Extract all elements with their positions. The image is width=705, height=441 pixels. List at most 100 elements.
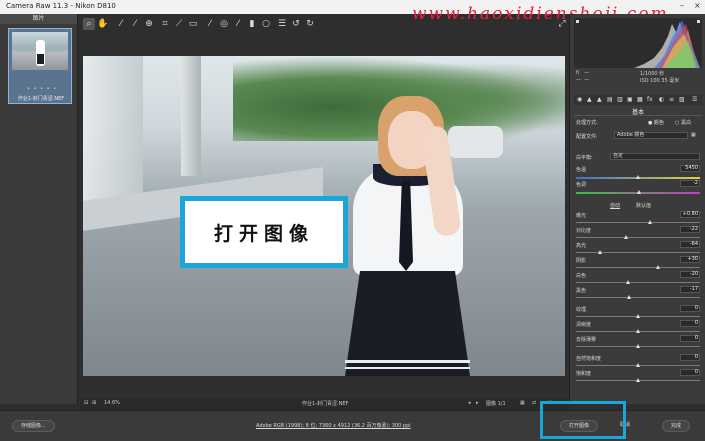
filmstrip-thumbnail[interactable]: • • • • • 作业1-封门青涩.NEF xyxy=(8,28,72,104)
vibrance-value[interactable]: 0 xyxy=(680,354,700,361)
effects-tab-icon[interactable]: fx xyxy=(647,96,653,103)
red-eye-icon[interactable]: ◎ xyxy=(218,18,230,30)
tone-curve-tab-icon[interactable]: ▲ xyxy=(587,96,592,103)
workflow-options-link[interactable]: Adobe RGB (1998); 8 位; 7360 x 4912 (36.2… xyxy=(256,422,411,429)
temp-value[interactable]: 5450 xyxy=(680,165,700,172)
detail-tab-icon[interactable]: ▲ xyxy=(597,96,602,103)
status-bar: ⊟ ⊞ 14.6% 作业1-封门青涩.NEF ◂ ▸ 图像 1/1 ▦ ⇄ ⚙ xyxy=(80,398,568,410)
saturation-slider[interactable] xyxy=(576,378,700,383)
process-color-radio[interactable]: ● 颜色 xyxy=(648,119,664,126)
transform-icon[interactable]: ▭ xyxy=(187,18,199,30)
process-bw-label: 黑白 xyxy=(680,120,691,126)
clarity-value[interactable]: 0 xyxy=(680,320,700,327)
wb-label: 白平衡: xyxy=(576,155,593,161)
adjustment-brush-icon[interactable]: ⁄ xyxy=(232,18,244,30)
next-image-icon[interactable]: ▸ xyxy=(476,400,479,406)
exposure-label: 曝光 xyxy=(576,213,587,219)
wb-dropdown[interactable]: 自定 xyxy=(610,153,700,160)
profile-dropdown[interactable]: Adobe 颜色 xyxy=(614,132,688,139)
close-icon[interactable]: × xyxy=(694,1,701,10)
highlights-value[interactable]: -64 xyxy=(680,241,700,248)
title-bar: Camera Raw 11.3 - Nikon D810 www.haoxidi… xyxy=(0,0,705,24)
whites-value[interactable]: -20 xyxy=(680,271,700,278)
blacks-slider[interactable] xyxy=(576,295,700,300)
rotate-left-icon[interactable]: ↺ xyxy=(290,18,302,30)
hsl-tab-icon[interactable]: ▤ xyxy=(607,96,613,103)
rating-stars[interactable]: • • • • • xyxy=(27,86,57,92)
cam-g-label: — xyxy=(576,77,581,83)
window-title: Camera Raw 11.3 - Nikon D810 xyxy=(6,2,116,10)
adjustment-panel: f/ — — — 1/1000 秒 ISO 100 35 毫米 ◉ ▲ ▲ ▤ … xyxy=(569,14,705,404)
open-image-callout: 打开图像 xyxy=(180,196,348,268)
shadows-label: 阴影 xyxy=(576,258,587,264)
zoom-out-icon[interactable]: ⊟ xyxy=(84,400,88,406)
calibration-tab-icon[interactable]: ◐ xyxy=(659,96,664,103)
zoom-icon[interactable]: ⌕ xyxy=(83,18,95,30)
zoom-level[interactable]: 14.6% xyxy=(104,400,120,406)
highlights-label: 高光 xyxy=(576,243,587,249)
process-label: 处理方式: xyxy=(576,120,598,126)
view-mode-icon[interactable]: ▦ xyxy=(520,400,525,406)
straighten-icon[interactable]: ⟋ xyxy=(173,18,185,30)
dehaze-label: 去除薄雾 xyxy=(576,337,597,343)
graduated-filter-icon[interactable]: ▮ xyxy=(246,18,258,30)
auto-button[interactable]: 自动 xyxy=(610,202,620,209)
prev-image-icon[interactable]: ◂ xyxy=(468,400,471,406)
texture-value[interactable]: 0 xyxy=(680,305,700,312)
clarity-label: 清晰度 xyxy=(576,322,592,328)
texture-slider[interactable] xyxy=(576,314,700,319)
shadows-value[interactable]: +30 xyxy=(680,256,700,263)
target-adjust-icon[interactable]: ⊕ xyxy=(143,18,155,30)
rotate-right-icon[interactable]: ↻ xyxy=(304,18,316,30)
whites-slider[interactable] xyxy=(576,280,700,285)
cam-r-label: — xyxy=(584,70,589,76)
tint-slider[interactable] xyxy=(576,190,700,195)
before-after-icon[interactable]: ⇄ xyxy=(532,400,536,406)
profile-browser-icon[interactable]: ▦ xyxy=(691,132,696,138)
blacks-value[interactable]: -17 xyxy=(680,286,700,293)
dehaze-slider[interactable] xyxy=(576,344,700,349)
default-button[interactable]: 默认值 xyxy=(636,202,651,209)
split-toning-tab-icon[interactable]: ▥ xyxy=(617,96,623,103)
filmstrip-header: 图片 xyxy=(0,14,77,24)
minimize-icon[interactable]: – xyxy=(680,1,684,10)
vibrance-slider[interactable] xyxy=(576,363,700,368)
fullscreen-icon[interactable]: ⤢ xyxy=(556,18,568,30)
saturation-value[interactable]: 0 xyxy=(680,369,700,376)
transform-tab-icon[interactable]: ▦ xyxy=(637,96,643,103)
spot-removal-icon[interactable]: ⁄ xyxy=(204,18,216,30)
color-sampler-icon[interactable]: ⁄ xyxy=(129,18,141,30)
clarity-slider[interactable] xyxy=(576,329,700,334)
panel-menu-icon[interactable]: ☰ xyxy=(692,96,697,103)
filmstrip: 图片 • • • • • 作业1-封门青涩.NEF xyxy=(0,14,78,404)
exposure-slider[interactable] xyxy=(576,220,700,225)
process-bw-radio[interactable]: ○ 黑白 xyxy=(675,119,691,126)
tint-value[interactable]: -2 xyxy=(680,180,700,187)
shadows-slider[interactable] xyxy=(576,265,700,270)
shutter-speed: 1/1000 秒 xyxy=(640,71,665,77)
zoom-in-icon[interactable]: ⊞ xyxy=(92,400,96,406)
contrast-slider[interactable] xyxy=(576,235,700,240)
contrast-label: 对比度 xyxy=(576,228,592,234)
dehaze-value[interactable]: 0 xyxy=(680,335,700,342)
crop-icon[interactable]: ⌗ xyxy=(159,18,171,30)
presets-tab-icon[interactable]: ≡ xyxy=(669,96,674,103)
snapshots-tab-icon[interactable]: ▧ xyxy=(679,96,685,103)
save-image-button[interactable]: 存储图像... xyxy=(12,420,55,432)
preferences-icon[interactable]: ☰ xyxy=(276,18,288,30)
contrast-value[interactable]: -22 xyxy=(680,226,700,233)
basic-tab-icon[interactable]: ◉ xyxy=(577,96,582,103)
done-button[interactable]: 完成 xyxy=(662,420,691,432)
tint-label: 色调 xyxy=(576,182,587,188)
lens-tab-icon[interactable]: ▣ xyxy=(627,96,633,103)
iso-focal: ISO 100 35 毫米 xyxy=(640,78,680,84)
camera-info: f/ — — — 1/1000 秒 ISO 100 35 毫米 xyxy=(574,70,702,92)
highlights-slider[interactable] xyxy=(576,250,700,255)
white-balance-icon[interactable]: ⁄ xyxy=(115,18,127,30)
exposure-value[interactable]: +0.80 xyxy=(680,211,700,218)
radial-filter-icon[interactable]: ○ xyxy=(260,18,272,30)
whites-label: 白色 xyxy=(576,273,587,279)
saturation-label: 饱和度 xyxy=(576,371,592,377)
hand-icon[interactable]: ✋ xyxy=(97,18,109,30)
thumbnail-image xyxy=(12,32,68,70)
